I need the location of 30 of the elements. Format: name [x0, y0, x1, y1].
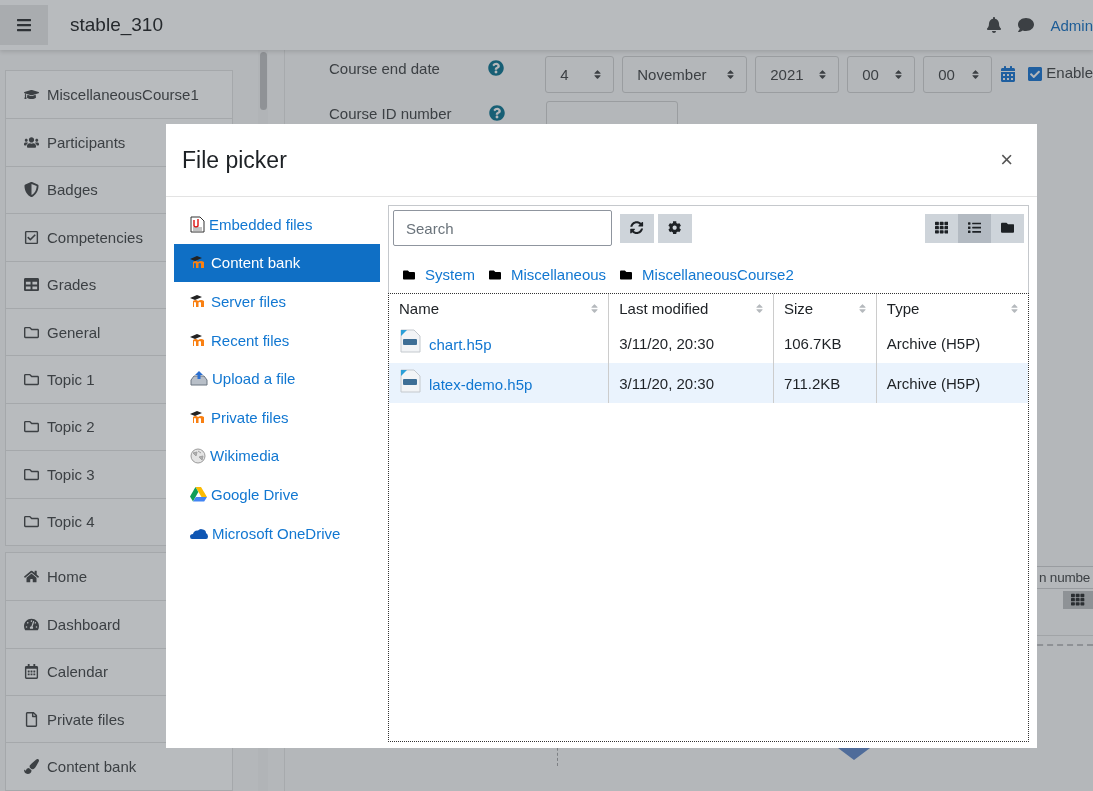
site-name: stable_310: [70, 14, 163, 36]
file-name-cell[interactable]: latex-demo.h5p: [389, 363, 609, 403]
table-cell: 711.2KB: [773, 363, 877, 403]
field-label: Course end date: [329, 59, 441, 77]
breadcrumb-link[interactable]: System: [425, 266, 475, 283]
breadcrumb-link[interactable]: Miscellaneous: [511, 266, 607, 283]
dropdown[interactable]: 00: [847, 56, 916, 93]
search-field[interactable]: Search: [393, 210, 612, 246]
user-menu-link[interactable]: Admin: [1050, 16, 1093, 34]
repository-item[interactable]: Content bank: [174, 243, 380, 283]
breadcrumb-link[interactable]: MiscellaneousCourse2: [642, 266, 794, 283]
dropdown[interactable]: 4: [545, 56, 615, 93]
table-cell: Archive (H5P): [876, 323, 1028, 363]
field-label: n numbe: [1039, 569, 1091, 585]
file-link[interactable]: chart.h5p: [429, 336, 492, 353]
nav-item[interactable]: Home: [6, 552, 232, 601]
dropdown[interactable]: November: [622, 56, 748, 93]
column-header[interactable]: Type: [886, 300, 920, 317]
nav-item[interactable]: MiscellaneousCourse1: [6, 71, 232, 119]
file-link[interactable]: latex-demo.h5p: [429, 376, 533, 393]
table-cell: 3/11/20, 20:30: [608, 363, 774, 403]
checkbox-label: Enable: [1046, 63, 1093, 81]
dropdown[interactable]: 00: [923, 56, 993, 93]
column-header[interactable]: Last modified: [619, 300, 709, 317]
column-header[interactable]: Name: [399, 300, 439, 317]
close-button[interactable]: ×: [992, 147, 1021, 173]
dropdown[interactable]: 2021: [755, 56, 840, 93]
table-cell: Archive (H5P): [876, 363, 1028, 403]
field-label: Course ID number: [329, 104, 453, 122]
column-header[interactable]: Size: [783, 300, 814, 317]
